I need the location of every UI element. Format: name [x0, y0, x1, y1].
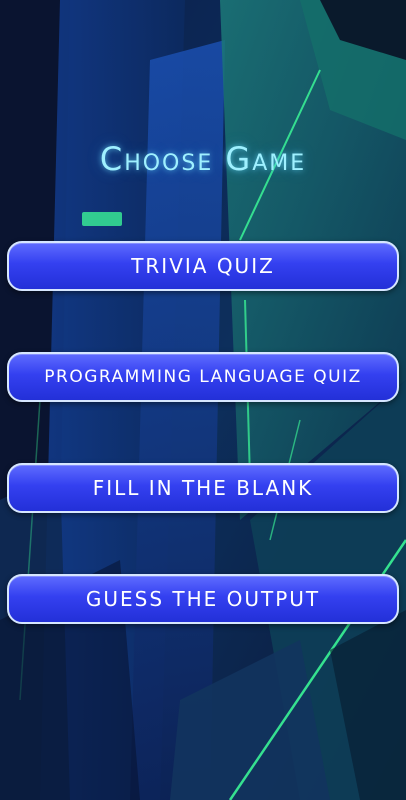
page-title: Choose Game	[99, 140, 307, 178]
fill-in-the-blank-button[interactable]: FILL IN THE BLANK	[7, 463, 399, 513]
trivia-quiz-button[interactable]: TRIVIA QUIZ	[7, 241, 399, 291]
programming-language-quiz-button[interactable]: PROGRAMMING LANGUAGE QUIZ	[7, 352, 399, 402]
guess-the-output-button[interactable]: GUESS THE OUTPUT	[7, 574, 399, 624]
